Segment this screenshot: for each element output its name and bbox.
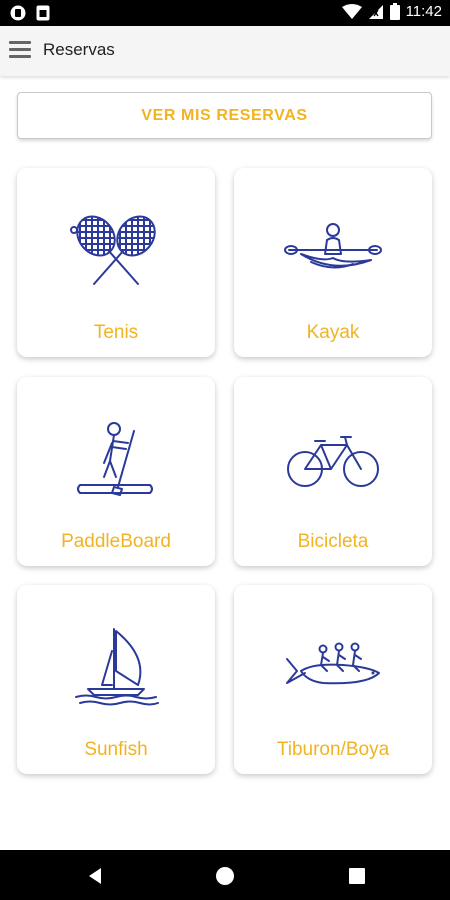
navigation-bar bbox=[0, 850, 450, 900]
wifi-icon bbox=[341, 3, 362, 19]
tennis-rackets-icon bbox=[70, 210, 163, 285]
recents-icon[interactable] bbox=[346, 865, 368, 887]
kayak-icon bbox=[284, 223, 382, 269]
activity-card-tenis[interactable]: Tenis bbox=[17, 168, 215, 357]
back-icon[interactable] bbox=[85, 865, 107, 887]
activity-label: Sunfish bbox=[84, 739, 148, 760]
activity-label: PaddleBoard bbox=[61, 531, 171, 552]
bicycle-icon bbox=[287, 436, 379, 487]
activity-card-kayak[interactable]: Kayak bbox=[234, 168, 432, 357]
status-left-icons bbox=[10, 5, 50, 21]
page-title: Reservas bbox=[43, 40, 115, 59]
notification-icon bbox=[10, 5, 26, 21]
activity-card-paddleboard[interactable]: PaddleBoard bbox=[17, 377, 215, 566]
status-bar: 11:42 bbox=[0, 0, 450, 26]
activity-card-bicicleta[interactable]: Bicicleta bbox=[234, 377, 432, 566]
status-time: 11:42 bbox=[405, 3, 442, 20]
sim-icon bbox=[36, 5, 50, 21]
menu-icon[interactable] bbox=[9, 41, 33, 61]
sailboat-icon bbox=[75, 628, 159, 706]
activity-label: Kayak bbox=[306, 322, 360, 343]
activity-label: Tiburon/Boya bbox=[276, 739, 390, 760]
signal-icon bbox=[368, 4, 383, 19]
activity-label: Tenis bbox=[93, 322, 139, 343]
app-bar: Reservas bbox=[0, 26, 450, 76]
banana-boat-icon bbox=[286, 642, 380, 685]
activity-label: Bicicleta bbox=[297, 531, 369, 552]
home-icon[interactable] bbox=[214, 865, 236, 887]
ver-mis-reservas-button[interactable]: VER MIS RESERVAS bbox=[17, 92, 432, 139]
activity-card-tiburon-boya[interactable]: Tiburon/Boya bbox=[234, 585, 432, 774]
battery-icon bbox=[389, 3, 400, 20]
paddleboard-icon bbox=[77, 422, 153, 496]
status-right-icons: 11:42 bbox=[341, 3, 442, 20]
activity-card-sunfish[interactable]: Sunfish bbox=[17, 585, 215, 774]
